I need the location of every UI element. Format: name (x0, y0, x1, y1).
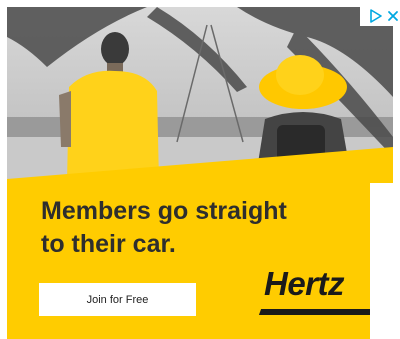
beach-couple-photo (7, 7, 393, 182)
join-for-free-button[interactable]: Join for Free (39, 283, 196, 316)
adchoices-badge[interactable] (360, 6, 400, 26)
hertz-logo-text: Hertz (264, 265, 345, 302)
headline: Members go straight to their car. (41, 195, 361, 261)
headline-line-1: Members go straight (41, 197, 287, 225)
close-icon[interactable] (386, 9, 400, 23)
hertz-logo-underline (258, 309, 382, 315)
ad-overlay-strip (370, 183, 400, 339)
adchoices-play-icon[interactable] (368, 8, 384, 24)
headline-line-2: to their car. (41, 230, 176, 258)
hertz-ad-banner[interactable]: Members go straight to their car. Join f… (7, 7, 393, 339)
